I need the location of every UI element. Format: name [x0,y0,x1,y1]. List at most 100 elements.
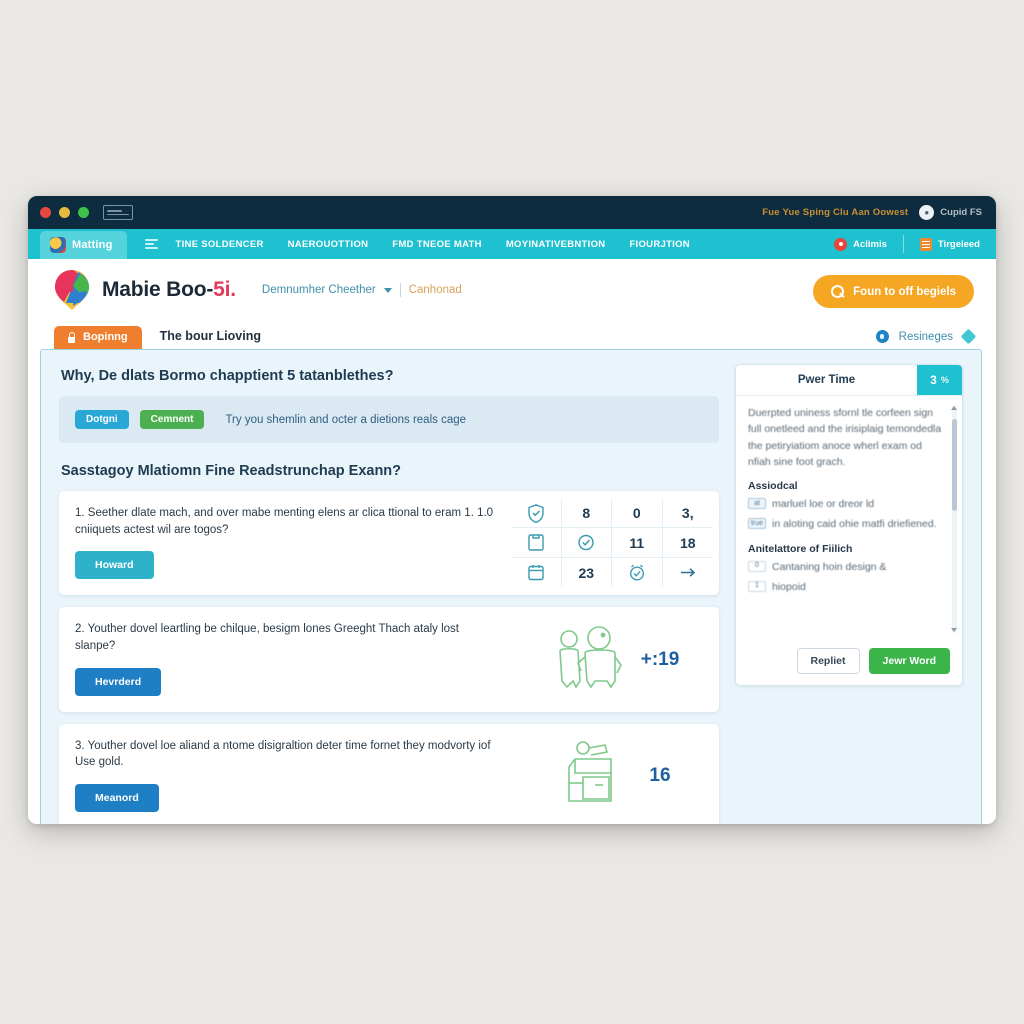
navbar-brand-label: Matting [72,239,113,251]
gear-icon[interactable] [875,330,889,343]
breadcrumb: Demnumher Cheether Canhonad [262,283,462,297]
nav-right-item-docs[interactable]: Tirgeieed [902,235,996,253]
row-text: Cantaning hoin design & [772,560,887,573]
tabstrip-right-group: Resineges [875,328,977,345]
content-panel: Why, De dlats Bormo chapptient 5 tatanbl… [40,349,982,824]
screenshot-root: Fue Yue Sping Clu Aan Oowest ● Cupid FS … [0,0,1024,1024]
window-controls[interactable] [40,207,89,218]
question-text: 1. Seether dlate mach, and over mabe men… [75,507,494,536]
location-pin-logo-icon [54,270,90,310]
grid-cell-arrow[interactable] [663,558,714,587]
grid-cell-number: 0 [612,499,663,529]
breadcrumb-item[interactable]: Demnumher Cheether [262,284,376,296]
pill-primary[interactable]: Dotgni [75,410,129,429]
action-bar: Dotgni Cemnent Try you shemlin and octer… [59,396,719,443]
nav-link-2[interactable]: NAEROUOTTION [288,239,369,250]
nav-right-item-alerts[interactable]: Aclimis [818,235,903,253]
question-text: 2. Youther dovel leartling be chilque, b… [75,623,460,653]
side-panel-body: Duerpted uniness sfornl tle corfeen sign… [736,396,962,640]
lock-icon [66,331,76,343]
side-panel-subheading: Anitelattore of Fiilich [748,542,853,555]
nav-link-5[interactable]: FIOURJTION [629,239,690,250]
section-title: Sasstagoy Mlatiomn Fine Readstrunchap Ex… [61,463,402,479]
action-bar-note: Try you shemlin and octer a dietions rea… [225,413,467,426]
row-chip[interactable]: 0 [748,560,766,572]
side-panel: Pwer Time 3 % Duerpted uniness sfornl tl… [735,364,963,686]
side-panel-row: 1 hiopoid [748,580,946,595]
desk-setup-icon [553,739,639,812]
question-action-button[interactable]: Howard [75,551,154,580]
grid-cell-calendar[interactable] [511,557,562,588]
badge-count: 3 [930,373,937,387]
row-chip: at [748,498,766,510]
diamond-icon[interactable] [960,328,977,345]
side-panel-subheading: Assiodcal [748,480,798,493]
side-panel-footer: Repliet Jewr Word [736,640,962,685]
question-card: 2. Youther dovel leartling be chilque, b… [59,607,719,712]
row-text: marluel loe or dreor ld [772,498,875,511]
brand-logo-icon [50,237,66,253]
question-card-left: 2. Youther dovel leartling be chilque, b… [59,607,511,711]
side-panel-title: Pwer Time [797,374,856,386]
user-avatar-icon: ● [919,205,935,220]
nav-link-3[interactable]: FMD TNEOE MATH [392,239,482,250]
browser-tab-icon[interactable] [103,205,133,220]
scroll-up-arrow-icon[interactable] [951,406,957,410]
close-window-button[interactable] [40,207,51,218]
side-panel-paragraph: Duerpted uniness sfornl tle corfeen sign… [748,407,942,468]
question-card: 3. Youther dovel loe aliand a ntome disi… [59,723,719,824]
row-text: in aloting caid ohie matfi driefiened. [772,518,937,531]
breadcrumb-item-alt[interactable]: Canhonad [409,284,462,296]
question-card-left: 1. Seether dlate mach, and over mabe men… [59,491,511,595]
side-panel-row: at marluel loe or dreor ld [748,497,946,512]
alert-circle-icon [834,237,848,251]
grid-cell-number: 23 [562,557,612,588]
nav-right-label-2: Tirgeieed [937,238,980,250]
nav-right-label-1: Aclimis [853,238,887,250]
maximize-window-button[interactable] [78,207,89,218]
grid-cell-number: 8 [561,499,612,529]
question-action-button[interactable]: Hevrderd [75,667,162,696]
settings-label[interactable]: Resineges [899,331,953,343]
nav-link-1[interactable]: TINE SOLDENCER [176,239,264,250]
grid-cell-number: 11 [612,528,663,558]
new-word-button[interactable]: Jewr Word [868,648,950,674]
pill-secondary[interactable]: Cemnent [139,410,205,429]
titlebar-user-label: Cupid FS [940,207,982,218]
reply-button[interactable]: Repliet [796,648,860,674]
two-people-icon [545,623,631,696]
illustration-wrap: +:19 [511,607,719,711]
grid-cell-number: 3, [662,499,713,529]
titlebar-right-group: Fue Yue Sping Clu Aan Oowest ● Cupid FS [762,196,982,229]
side-panel-badge[interactable]: 3 % [917,365,962,395]
navbar-brand[interactable]: Matting [40,231,127,259]
question-action-button[interactable]: Meanord [75,784,159,813]
side-panel-header: Pwer Time 3 % [736,365,962,396]
grid-cell-check[interactable] [561,528,612,558]
search-cta-button[interactable]: Foun to off begiels [813,275,974,308]
content-body: Why, De dlats Bormo chapptient 5 tatanbl… [28,349,996,824]
scroll-down-arrow-icon[interactable] [951,628,957,632]
grid-cell-alarm[interactable] [612,557,663,588]
check-circle-icon [576,532,596,553]
minimize-window-button[interactable] [59,207,70,218]
chevron-down-icon[interactable] [383,287,392,293]
vertical-scrollbar[interactable] [951,405,957,633]
scrollbar-thumb[interactable] [952,419,957,511]
row-chip[interactable]: 1 [748,580,766,592]
main-column: Why, De dlats Bormo chapptient 5 tatanbl… [59,364,719,824]
titlebar-user[interactable]: ● Cupid FS [919,205,982,220]
titlebar-note: Fue Yue Sping Clu Aan Oowest [762,207,909,218]
grid-cell-clipboard[interactable] [511,528,562,558]
app-header: Mabie Boo-5i. Demnumher Cheether Canhona… [28,259,996,321]
illustration-number: +:19 [640,648,680,670]
question-card: 1. Seether dlate mach, and over mabe men… [59,491,719,596]
nav-link-4[interactable]: MOYINATIVEBNTION [506,239,606,250]
clipboard-icon [526,532,546,553]
tab-active[interactable]: Bopinng [54,326,142,349]
grid-cell-shield[interactable] [511,499,562,529]
search-cta-label: Foun to off begiels [853,285,956,298]
shield-check-icon [526,503,546,524]
question-card-left: 3. Youther dovel loe aliand a ntome disi… [59,724,511,824]
hamburger-menu-icon[interactable] [144,229,158,259]
